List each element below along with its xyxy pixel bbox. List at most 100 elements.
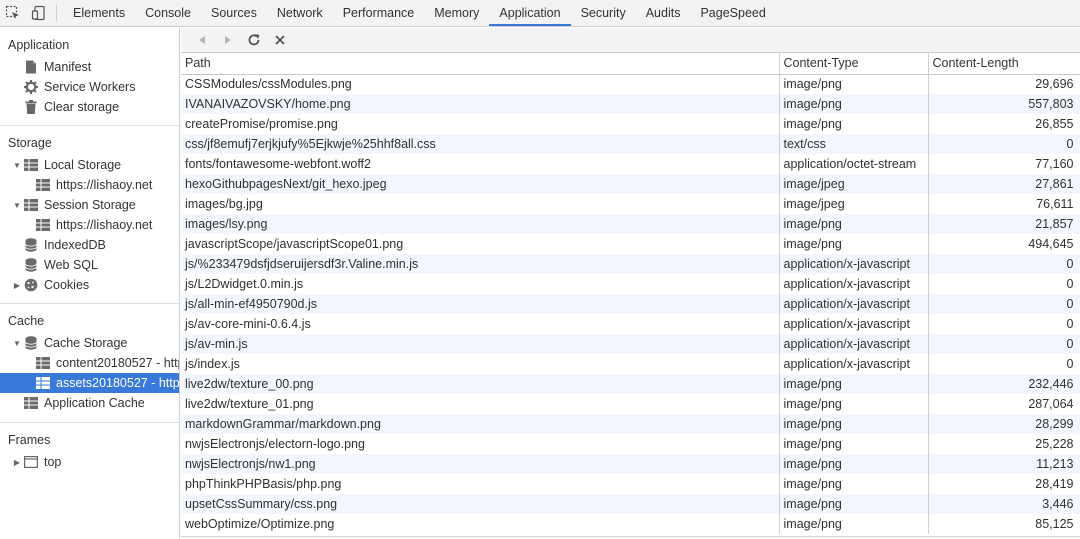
- application-sidebar: Application Manifest Service Workers Cle…: [0, 28, 180, 539]
- section-heading-cache: Cache: [8, 314, 45, 328]
- cell-content-type: image/png: [779, 434, 929, 454]
- table-row[interactable]: phpThinkPHPBasis/php.png image/png 28,419: [181, 474, 1080, 494]
- sidebar-item-label: Web SQL: [44, 258, 98, 272]
- table-row[interactable]: images/bg.jpg image/jpeg 76,611: [181, 194, 1080, 214]
- table-row[interactable]: images/lsy.png image/png 21,857: [181, 214, 1080, 234]
- cell-content-type: image/png: [779, 74, 929, 94]
- sidebar-item-clear-storage[interactable]: Clear storage: [0, 97, 179, 117]
- table-row[interactable]: nwjsElectronjs/nw1.png image/png 11,213: [181, 454, 1080, 474]
- cell-path: css/jf8emufj7erjkjufy%5Ejkwje%25hhf8all.…: [181, 134, 780, 154]
- cell-content-length: 26,855: [928, 114, 1080, 134]
- sidebar-item-local-storage-origin[interactable]: https://lishaoy.net: [0, 175, 179, 195]
- cell-content-length: 76,611: [928, 194, 1080, 214]
- tab-audits[interactable]: Audits: [636, 0, 691, 26]
- grid-table-icon: [36, 218, 50, 232]
- tab-memory[interactable]: Memory: [424, 0, 489, 26]
- sidebar-item-label: Manifest: [44, 60, 92, 74]
- table-row[interactable]: webOptimize/Optimize.png image/png 85,125: [181, 514, 1080, 534]
- expanded-triangle-icon[interactable]: ▼: [12, 339, 22, 348]
- grid-table-icon: [24, 158, 38, 172]
- cell-path: js/L2Dwidget.0.min.js: [181, 274, 780, 294]
- table-row[interactable]: markdownGrammar/markdown.png image/png 28,…: [181, 414, 1080, 434]
- device-toolbar-icon[interactable]: [26, 0, 52, 26]
- delete-entry-icon[interactable]: [267, 29, 293, 51]
- sidebar-item-manifest[interactable]: Manifest: [0, 57, 179, 77]
- tab-performance[interactable]: Performance: [333, 0, 425, 26]
- cell-content-type: application/x-javascript: [779, 314, 929, 334]
- previous-page-icon[interactable]: [189, 29, 215, 51]
- sidebar-item-label: Cookies: [44, 278, 90, 292]
- column-header-path[interactable]: Path: [181, 53, 780, 75]
- cell-content-length: 0: [928, 334, 1080, 354]
- sidebar-item-cookies[interactable]: ▶ Cookies: [0, 275, 179, 295]
- table-row[interactable]: IVANAIVAZOVSKY/home.png image/png 557,803: [181, 94, 1080, 114]
- cell-content-type: image/jpeg: [779, 174, 929, 194]
- sidebar-item-label: top: [44, 455, 62, 469]
- tab-elements[interactable]: Elements: [63, 0, 135, 26]
- table-row[interactable]: js/%233479dsfjdseruijersdf3r.Valine.min.…: [181, 254, 1080, 274]
- inspect-element-icon[interactable]: [0, 0, 26, 26]
- cache-toolbar: [181, 28, 1080, 53]
- tab-security[interactable]: Security: [571, 0, 636, 26]
- table-row[interactable]: css/jf8emufj7erjkjufy%5Ejkwje%25hhf8all.…: [181, 134, 1080, 154]
- table-row[interactable]: javascriptScope/javascriptScope01.png ima…: [181, 234, 1080, 254]
- cell-path: webOptimize/Optimize.png: [181, 514, 780, 534]
- sidebar-item-service-workers[interactable]: Service Workers: [0, 77, 179, 97]
- sidebar-item-session-storage-origin[interactable]: https://lishaoy.net: [0, 215, 179, 235]
- refresh-icon[interactable]: [241, 29, 267, 51]
- cell-content-type: image/jpeg: [779, 194, 929, 214]
- collapsed-triangle-icon[interactable]: ▶: [12, 458, 22, 467]
- sidebar-item-local-storage[interactable]: ▼ Local Storage: [0, 155, 179, 175]
- table-row[interactable]: upsetCssSummary/css.png image/png 3,446: [181, 494, 1080, 514]
- tab-console[interactable]: Console: [135, 0, 201, 26]
- grid-table-icon: [36, 178, 50, 192]
- cell-path: nwjsElectronjs/nw1.png: [181, 454, 780, 474]
- table-bottom-border: [181, 536, 1080, 537]
- table-row[interactable]: CSSModules/cssModules.png image/png 29,696: [181, 74, 1080, 94]
- tab-pagespeed[interactable]: PageSpeed: [690, 0, 775, 26]
- document-icon: [24, 60, 38, 74]
- sidebar-item-session-storage[interactable]: ▼ Session Storage: [0, 195, 179, 215]
- table-row[interactable]: fonts/fontawesome-webfont.woff2 applicati…: [181, 154, 1080, 174]
- sidebar-item-cache-assets20180527[interactable]: assets20180527 - https: [0, 373, 179, 393]
- table-row[interactable]: nwjsElectronjs/electorn-logo.png image/pn…: [181, 434, 1080, 454]
- sidebar-item-frame-top[interactable]: ▶ top: [0, 452, 179, 472]
- expanded-triangle-icon[interactable]: ▼: [12, 201, 22, 210]
- table-row[interactable]: js/index.js application/x-javascript 0: [181, 354, 1080, 374]
- table-row[interactable]: hexoGithubpagesNext/git_hexo.jpeg image/j…: [181, 174, 1080, 194]
- grid-table-icon: [24, 396, 38, 410]
- cell-content-length: 21,857: [928, 214, 1080, 234]
- trash-icon: [24, 100, 38, 114]
- table-row[interactable]: createPromise/promise.png image/png 26,855: [181, 114, 1080, 134]
- table-row[interactable]: js/L2Dwidget.0.min.js application/x-javas…: [181, 274, 1080, 294]
- cell-path: markdownGrammar/markdown.png: [181, 414, 780, 434]
- sidebar-item-indexeddb[interactable]: IndexedDB: [0, 235, 179, 255]
- sidebar-item-cache-content20180527[interactable]: content20180527 - http: [0, 353, 179, 373]
- cell-content-length: 77,160: [928, 154, 1080, 174]
- cell-content-type: image/png: [779, 114, 929, 134]
- sidebar-item-websql[interactable]: Web SQL: [0, 255, 179, 275]
- tab-network[interactable]: Network: [267, 0, 333, 26]
- table-row[interactable]: js/av-core-mini-0.6.4.js application/x-ja…: [181, 314, 1080, 334]
- column-header-content-length[interactable]: Content-Length: [928, 53, 1080, 75]
- table-row[interactable]: live2dw/texture_01.png image/png 287,064: [181, 394, 1080, 414]
- sidebar-item-label: Application Cache: [44, 396, 145, 410]
- cell-path: js/index.js: [181, 354, 780, 374]
- cell-content-type: image/png: [779, 414, 929, 434]
- cell-content-type: text/css: [779, 134, 929, 154]
- table-row[interactable]: live2dw/texture_00.png image/png 232,446: [181, 374, 1080, 394]
- cell-content-type: image/png: [779, 454, 929, 474]
- sidebar-item-label: https://lishaoy.net: [56, 178, 153, 192]
- next-page-icon[interactable]: [215, 29, 241, 51]
- tab-application[interactable]: Application: [489, 0, 571, 26]
- expanded-triangle-icon[interactable]: ▼: [12, 161, 22, 170]
- cell-content-type: application/x-javascript: [779, 274, 929, 294]
- sidebar-item-label: assets20180527 - https: [56, 376, 179, 390]
- table-row[interactable]: js/all-min-ef4950790d.js application/x-ja…: [181, 294, 1080, 314]
- column-header-content-type[interactable]: Content-Type: [779, 53, 929, 75]
- sidebar-item-cache-storage[interactable]: ▼ Cache Storage: [0, 333, 179, 353]
- sidebar-item-application-cache[interactable]: Application Cache: [0, 393, 179, 413]
- tab-sources[interactable]: Sources: [201, 0, 267, 26]
- collapsed-triangle-icon[interactable]: ▶: [12, 281, 22, 290]
- table-row[interactable]: js/av-min.js application/x-javascript 0: [181, 334, 1080, 354]
